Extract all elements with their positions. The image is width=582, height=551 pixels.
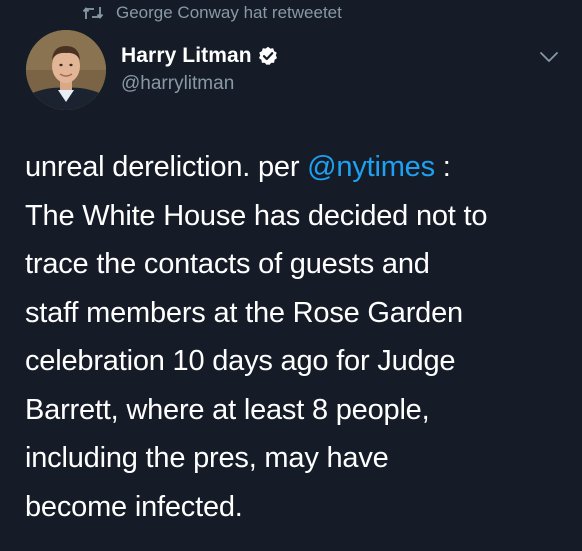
tweet-line: unreal dereliction. per @nytimes :	[25, 143, 570, 192]
author-name-row[interactable]: Harry Litman	[121, 44, 278, 68]
chevron-down-icon[interactable]	[538, 50, 560, 64]
tweet-line: including the pres, may have	[25, 442, 389, 474]
tweet-line: staff members at the Rose Garden	[25, 296, 463, 329]
retweet-icon	[82, 5, 104, 21]
tweet-text-fragment: :	[434, 151, 451, 183]
avatar-image	[26, 30, 106, 110]
tweet-line: become infected.	[25, 490, 243, 523]
author-handle[interactable]: @harrylitman	[121, 73, 234, 95]
tweet-line: celebration 10 days ago for Judge	[25, 345, 456, 377]
tweet-line: The White House has decided not to	[25, 199, 488, 232]
mention-link[interactable]: @nytimes	[307, 151, 435, 183]
tweet-line: Barrett, where at least 8 people,	[25, 393, 430, 426]
author-name[interactable]: Harry Litman	[121, 44, 252, 68]
retweet-text: George Conway hat retweetet	[116, 3, 342, 22]
tweet-line: trace the contacts of guests and	[25, 248, 430, 280]
tweet-text: unreal dereliction. per @nytimes : The W…	[25, 143, 570, 531]
avatar[interactable]	[26, 30, 106, 110]
tweet-text-fragment: unreal dereliction. per	[25, 151, 308, 183]
retweet-context[interactable]: George Conway hat retweetet	[82, 0, 342, 26]
verified-badge-icon	[258, 46, 278, 66]
